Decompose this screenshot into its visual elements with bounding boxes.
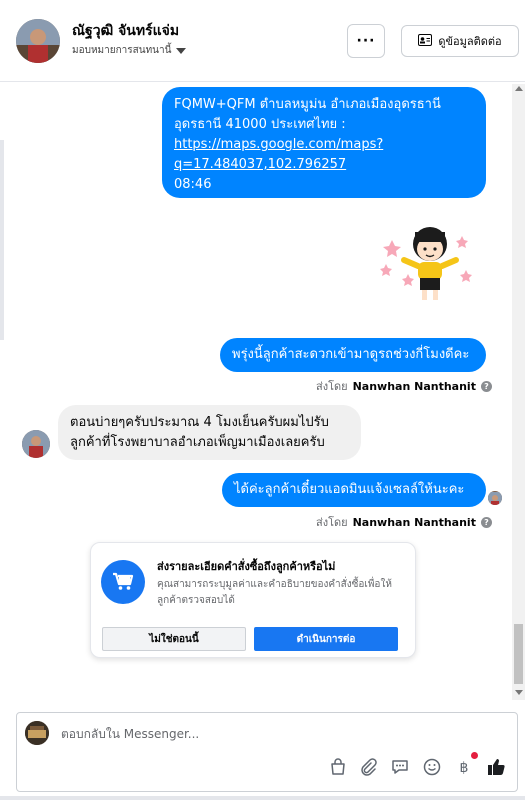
scrollbar-track[interactable] xyxy=(512,84,525,700)
location-address-line: FQMW+QFM ตำบลหมูม่น อำเภอเมืองอุดรธานี xyxy=(174,97,441,112)
svg-text:฿: ฿ xyxy=(460,760,469,776)
baht-icon[interactable]: ฿ xyxy=(453,752,478,778)
outgoing-message: พรุ่งนี้ลูกค้าสะดวกเข้ามาดูรถช่วงกี่โมงด… xyxy=(220,338,486,372)
reply-composer: ฿ xyxy=(16,712,518,792)
incoming-message: ตอนบ่ายๆครับประมาณ 4 โมงเย็นครับผมไปรับ … xyxy=(58,405,361,460)
incoming-message-line: ตอนบ่ายๆครับประมาณ 4 โมงเย็นครับผมไปรับ xyxy=(70,415,329,430)
more-options-button[interactable]: ··· xyxy=(347,24,385,58)
continue-button[interactable]: ดำเนินการต่อ xyxy=(254,627,398,651)
assign-conversation-dropdown[interactable]: มอบหมายการสนทนานี้ xyxy=(72,43,187,58)
sent-by-prefix: ส่งโดย xyxy=(316,380,348,393)
contact-card-icon xyxy=(418,33,433,49)
card-title: ส่งรายละเอียดคำสั่งซื้อถึงลูกค้าหรือไม่ xyxy=(157,560,336,573)
like-icon[interactable] xyxy=(485,756,507,778)
outgoing-message: ได้ค่ะลูกค้าเดี๋ยวแอดมินแจ้งเซลล์ให้นะคะ xyxy=(222,473,486,507)
page-avatar xyxy=(25,721,49,745)
location-address-line: อุดรธานี 41000 ประเทศไทย : xyxy=(174,117,346,132)
notification-dot xyxy=(471,752,478,759)
scroll-up-arrow-icon[interactable] xyxy=(515,86,523,91)
emoji-icon[interactable] xyxy=(421,756,443,778)
contact-avatar[interactable] xyxy=(16,19,60,63)
message-time: 08:46 xyxy=(174,177,212,192)
contact-avatar-small xyxy=(22,430,50,458)
sender-name: Nanwhan Nanthanit xyxy=(352,515,476,529)
conversation-header: ณัฐวุฒิ จันทร์แจ่ม มอบหมายการสนทนานี้ ··… xyxy=(0,0,525,82)
girl-sticker xyxy=(378,222,478,306)
order-details-prompt-card: ส่งรายละเอียดคำสั่งซื้อถึงลูกค้าหรือไม่ … xyxy=(90,542,416,658)
reply-input[interactable] xyxy=(61,723,501,745)
bottom-border xyxy=(0,796,525,800)
scrollbar-thumb[interactable] xyxy=(514,624,523,684)
paperclip-icon[interactable] xyxy=(357,756,379,778)
info-icon[interactable]: ? xyxy=(480,516,492,528)
assign-label: มอบหมายการสนทนานี้ xyxy=(72,45,172,56)
sent-by-label: ส่งโดย Nanwhan Nanthanit ? xyxy=(316,377,492,395)
saved-reply-icon[interactable] xyxy=(389,756,411,778)
left-scroll-edge xyxy=(0,140,4,340)
maps-link-coords[interactable]: q=17.484037,102.796257 xyxy=(174,157,346,172)
view-contact-button[interactable]: ดูข้อมูลติดต่อ xyxy=(401,25,519,57)
not-now-button[interactable]: ไม่ใช่ตอนนี้ xyxy=(102,627,246,651)
location-message: FQMW+QFM ตำบลหมูม่น อำเภอเมืองอุดรธานี อ… xyxy=(162,87,486,198)
scroll-down-arrow-icon[interactable] xyxy=(515,690,523,695)
caret-down-icon xyxy=(176,47,187,54)
sent-by-label: ส่งโดย Nanwhan Nanthanit ? xyxy=(316,513,492,531)
bag-icon[interactable] xyxy=(327,756,349,778)
incoming-message-line: ลูกค้าที่โรงพยาบาลอำเภอเพ็ญมาเมืองเลยครั… xyxy=(70,435,325,450)
sent-by-prefix: ส่งโดย xyxy=(316,516,348,529)
card-description: คุณสามารถระบุมูลค่าและคำอธิบายของคำสั่งซ… xyxy=(157,579,392,606)
seen-avatar xyxy=(488,491,502,505)
shopping-cart-icon xyxy=(101,560,145,604)
contact-name[interactable]: ณัฐวุฒิ จันทร์แจ่ม xyxy=(72,20,179,42)
info-icon[interactable]: ? xyxy=(480,380,492,392)
maps-link[interactable]: https://maps.google.com/maps? xyxy=(174,137,383,152)
view-contact-label: ดูข้อมูลติดต่อ xyxy=(438,35,502,48)
sender-name: Nanwhan Nanthanit xyxy=(352,379,476,393)
